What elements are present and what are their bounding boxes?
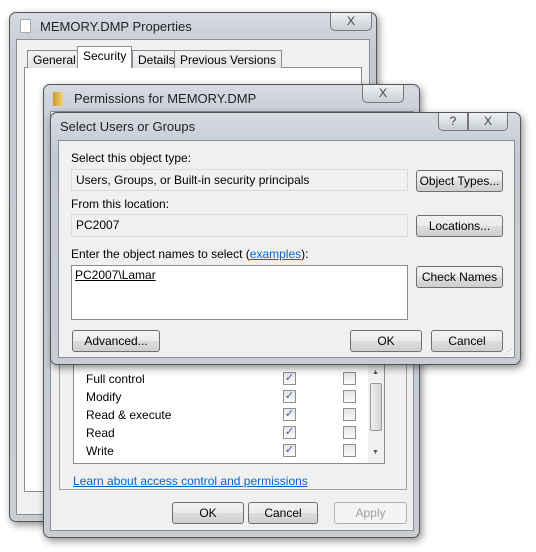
examples-link[interactable]: examples bbox=[250, 247, 301, 261]
location-label: From this location: bbox=[71, 197, 170, 211]
folder-icon bbox=[53, 92, 63, 106]
permission-label: Write bbox=[86, 444, 114, 458]
scroll-up-icon[interactable]: ▲ bbox=[372, 369, 379, 376]
permissions-list: Full control ✓ Modify ✓ Read & execute ✓ Read ✓… bbox=[73, 364, 385, 464]
label-text: ): bbox=[301, 247, 309, 261]
window-title: Permissions for MEMORY.DMP bbox=[74, 91, 257, 106]
cancel-button[interactable]: Cancel bbox=[248, 502, 318, 524]
tab-security[interactable]: Security bbox=[77, 46, 133, 68]
permission-row: Full control ✓ bbox=[74, 370, 368, 388]
deny-checkbox[interactable] bbox=[343, 426, 356, 439]
permission-label: Full control bbox=[86, 372, 145, 386]
window-title: Select Users or Groups bbox=[60, 119, 196, 134]
resize-grip-icon[interactable]: ⋰ bbox=[505, 348, 512, 356]
tab-previous-versions[interactable]: Previous Versions bbox=[174, 50, 283, 68]
object-type-label: Select this object type: bbox=[71, 151, 192, 165]
allow-checkbox[interactable]: ✓ bbox=[283, 444, 296, 457]
tab-general[interactable]: General bbox=[27, 50, 82, 68]
object-type-field: Users, Groups, or Built-in security prin… bbox=[71, 169, 408, 191]
learn-access-control-link[interactable]: Learn about access control and permissio… bbox=[73, 474, 308, 488]
permission-row: Modify ✓ bbox=[74, 388, 368, 406]
close-button[interactable]: X bbox=[468, 113, 508, 131]
ok-button[interactable]: OK bbox=[350, 330, 422, 352]
select-users-window: Select Users or Groups ? X Select this o… bbox=[50, 112, 521, 365]
scrollbar[interactable]: ▲ ▼ bbox=[368, 365, 384, 463]
allow-checkbox[interactable]: ✓ bbox=[283, 426, 296, 439]
close-button[interactable]: X bbox=[330, 13, 372, 31]
allow-checkbox[interactable]: ✓ bbox=[283, 408, 296, 421]
allow-checkbox[interactable]: ✓ bbox=[283, 372, 296, 385]
permission-row: Read & execute ✓ bbox=[74, 406, 368, 424]
object-types-button[interactable]: Object Types... bbox=[416, 170, 503, 192]
file-icon bbox=[20, 19, 31, 33]
apply-button: Apply bbox=[334, 502, 407, 524]
label-text: Enter the object names to select ( bbox=[71, 247, 250, 261]
ok-button[interactable]: OK bbox=[172, 502, 244, 524]
help-button[interactable]: ? bbox=[438, 113, 468, 131]
permission-label: Modify bbox=[86, 390, 122, 404]
permission-row: Read ✓ bbox=[74, 424, 368, 442]
allow-checkbox[interactable]: ✓ bbox=[283, 390, 296, 403]
deny-checkbox[interactable] bbox=[343, 444, 356, 457]
locations-button[interactable]: Locations... bbox=[416, 215, 503, 237]
permission-row: Write ✓ bbox=[74, 442, 368, 460]
deny-checkbox[interactable] bbox=[343, 390, 356, 403]
cancel-button[interactable]: Cancel bbox=[431, 330, 503, 352]
scroll-down-icon[interactable]: ▼ bbox=[372, 449, 379, 456]
permission-label: Read & execute bbox=[86, 408, 172, 422]
permission-label: Read bbox=[86, 426, 115, 440]
close-button[interactable]: X bbox=[362, 85, 404, 103]
object-names-input[interactable]: PC2007\Lamar bbox=[71, 265, 408, 320]
scroll-thumb[interactable] bbox=[370, 383, 382, 431]
window-title: MEMORY.DMP Properties bbox=[40, 19, 192, 34]
select-body: Select this object type: Users, Groups, … bbox=[58, 140, 515, 358]
location-field: PC2007 bbox=[71, 214, 408, 237]
deny-checkbox[interactable] bbox=[343, 408, 356, 421]
deny-checkbox[interactable] bbox=[343, 372, 356, 385]
check-names-button[interactable]: Check Names bbox=[416, 266, 503, 288]
object-names-label: Enter the object names to select (exampl… bbox=[71, 247, 308, 261]
resolved-name: PC2007\Lamar bbox=[75, 268, 156, 282]
advanced-button[interactable]: Advanced... bbox=[72, 330, 160, 352]
